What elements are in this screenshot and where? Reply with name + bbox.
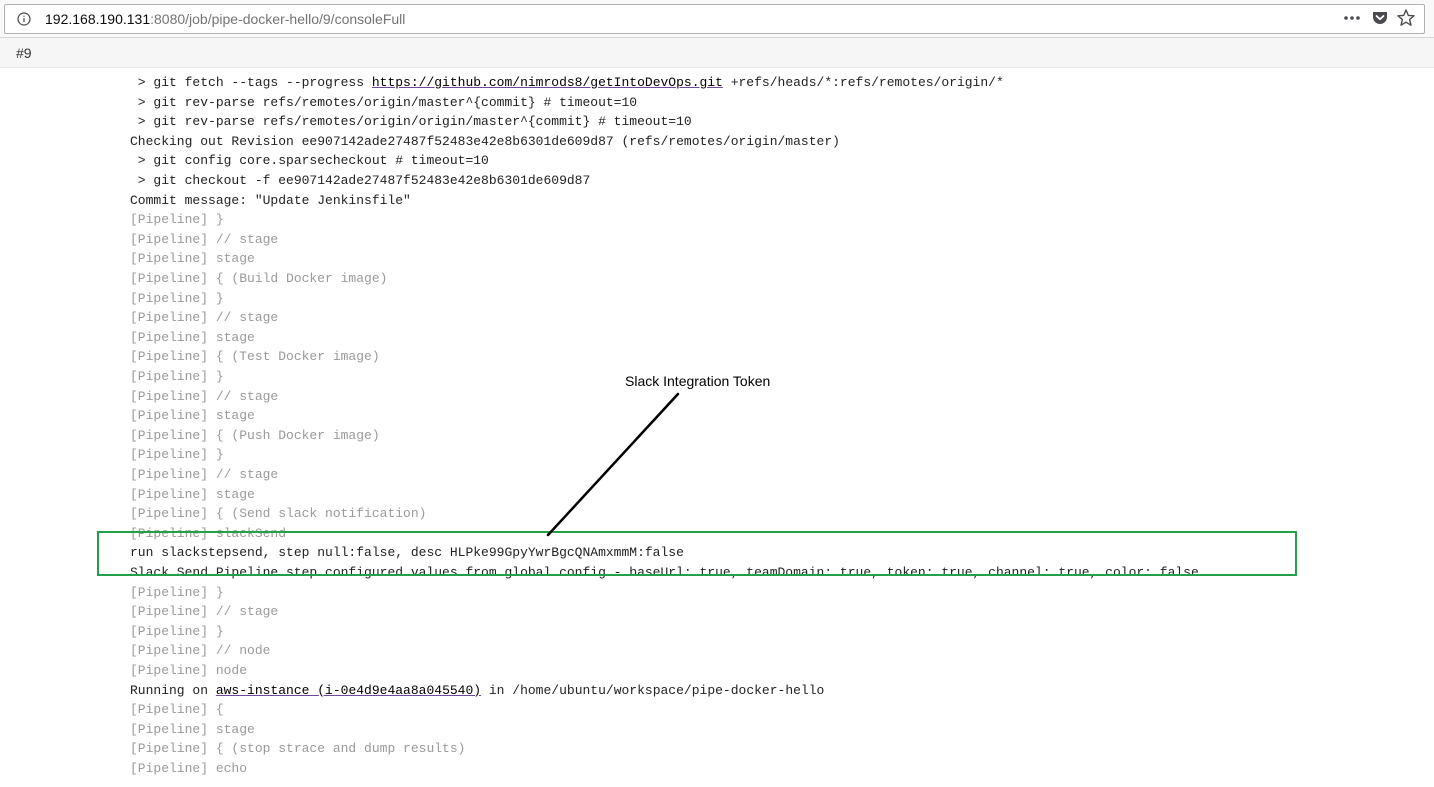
- console-line: [Pipeline] { (Build Docker image): [130, 269, 387, 289]
- console-line: [Pipeline] { (Test Docker image): [130, 347, 380, 367]
- console-link[interactable]: aws-instance (i-0e4d9e4aa8a045540): [216, 683, 481, 698]
- console-text: [Pipeline] stage: [130, 408, 255, 424]
- console-line: [Pipeline] { (stop strace and dump resul…: [130, 739, 465, 759]
- console-text: [Pipeline] echo: [130, 761, 248, 776]
- console-text: [Pipeline] // stage: [130, 310, 279, 326]
- console-text: > git config core.sparsecheckout # timeo…: [130, 153, 489, 169]
- console-line: > git rev-parse refs/remotes/origin/orig…: [130, 112, 692, 132]
- console-line: [Pipeline] {: [130, 700, 224, 720]
- console-line: [Pipeline] stage: [130, 328, 255, 348]
- console-text: [Pipeline] // stage: [130, 231, 279, 247]
- console-text: [Pipeline] stage: [130, 329, 255, 345]
- url-path: :8080/job/pipe-docker-hello/9/consoleFul…: [150, 11, 406, 27]
- console-text: [Pipeline] }: [130, 584, 224, 600]
- console-text: in /home/ubuntu/workspace/pipe-docker-he…: [481, 682, 825, 698]
- build-header: #9: [0, 38, 1434, 68]
- console-line: [Pipeline] }: [130, 289, 224, 309]
- console-text: [Pipeline] { (Build Docker image): [130, 271, 388, 286]
- console-text: +refs/heads/*:refs/remotes/origin/*: [722, 75, 1004, 90]
- console-line: > git fetch --tags --progress https://gi…: [130, 73, 1004, 93]
- console-text: [Pipeline] node: [130, 663, 248, 678]
- console-text: Running on: [130, 682, 216, 698]
- console-line: [Pipeline] stage: [130, 485, 255, 505]
- console-line: > git checkout -f ee907142ade27487f52483…: [130, 171, 590, 191]
- console-text: [Pipeline] stage: [130, 251, 255, 267]
- console-line: [Pipeline] }: [130, 210, 224, 230]
- console-output: > git fetch --tags --progress https://gi…: [0, 68, 1434, 787]
- console-line: [Pipeline] }: [130, 445, 224, 465]
- console-text: > git checkout -f ee907142ade27487f52483…: [130, 173, 591, 188]
- console-text: Checking out Revision ee907142ade27487f5…: [130, 133, 840, 149]
- console-text: [Pipeline] { (Push Docker image): [130, 427, 380, 443]
- console-line: [Pipeline] stage: [130, 406, 255, 426]
- console-line: [Pipeline] // stage: [130, 602, 278, 622]
- console-line: [Pipeline] stage: [130, 720, 255, 740]
- url-host: 192.168.190.131: [45, 11, 151, 27]
- console-text: [Pipeline] // node: [130, 643, 271, 659]
- console-text: Commit message: "Update Jenkinsfile": [130, 192, 411, 208]
- address-bar[interactable]: 192.168.190.131:8080/job/pipe-docker-hel…: [4, 4, 1425, 34]
- console-text: [Pipeline] { (Send slack notification): [130, 506, 427, 522]
- console-text: [Pipeline] stage: [130, 486, 255, 502]
- console-line: [Pipeline] // stage: [130, 387, 278, 407]
- console-text: [Pipeline] }: [130, 290, 224, 306]
- more-icon[interactable]: [1342, 8, 1362, 28]
- console-text: [Pipeline] stage: [130, 721, 255, 737]
- info-icon[interactable]: [17, 12, 31, 26]
- console-text: [Pipeline] {: [130, 702, 224, 718]
- console-line: > git rev-parse refs/remotes/origin/mast…: [130, 93, 637, 113]
- console-text: [Pipeline] }: [130, 623, 224, 639]
- console-text: > git rev-parse refs/remotes/origin/mast…: [130, 94, 638, 110]
- console-link[interactable]: https://github.com/nimrods8/getIntoDevOp…: [372, 75, 723, 90]
- annotation-label: Slack Integration Token: [625, 373, 771, 389]
- console-line: Running on aws-instance (i-0e4d9e4aa8a04…: [130, 681, 824, 701]
- console-line: [Pipeline] // stage: [130, 465, 278, 485]
- console-line: [Pipeline] }: [130, 583, 224, 603]
- console-line: [Pipeline] { (Push Docker image): [130, 426, 380, 446]
- console-text: [Pipeline] { (Test Docker image): [130, 349, 380, 365]
- console-text: > git rev-parse refs/remotes/origin/orig…: [130, 114, 692, 130]
- bookmark-star-icon[interactable]: [1396, 8, 1416, 28]
- build-number[interactable]: #9: [16, 45, 32, 61]
- console-text: > git fetch --tags --progress: [130, 75, 372, 90]
- console-line: Commit message: "Update Jenkinsfile": [130, 191, 411, 211]
- console-text: [Pipeline] // stage: [130, 388, 279, 404]
- console-text: [Pipeline] }: [130, 447, 224, 463]
- console-line: [Pipeline] node: [130, 661, 247, 681]
- highlight-box: [97, 531, 1297, 576]
- console-line: [Pipeline] stage: [130, 249, 255, 269]
- console-line: [Pipeline] // node: [130, 641, 270, 661]
- console-line: [Pipeline] // stage: [130, 230, 278, 250]
- console-line: [Pipeline] // stage: [130, 308, 278, 328]
- console-line: > git config core.sparsecheckout # timeo…: [130, 151, 489, 171]
- pocket-icon[interactable]: [1370, 8, 1390, 28]
- browser-toolbar: 192.168.190.131:8080/job/pipe-docker-hel…: [0, 0, 1434, 38]
- url-text[interactable]: 192.168.190.131:8080/job/pipe-docker-hel…: [45, 11, 405, 27]
- console-text: [Pipeline] }: [130, 369, 224, 384]
- console-line: [Pipeline] echo: [130, 759, 247, 779]
- console-line: Checking out Revision ee907142ade27487f5…: [130, 132, 840, 152]
- console-text: [Pipeline] // stage: [130, 604, 279, 620]
- console-line: [Pipeline] { (Send slack notification): [130, 504, 426, 524]
- console-text: [Pipeline] { (stop strace and dump resul…: [130, 741, 466, 757]
- console-text: [Pipeline] // stage: [130, 467, 279, 482]
- console-line: [Pipeline] }: [130, 367, 224, 387]
- console-line: [Pipeline] }: [130, 622, 224, 642]
- console-text: [Pipeline] }: [130, 212, 224, 228]
